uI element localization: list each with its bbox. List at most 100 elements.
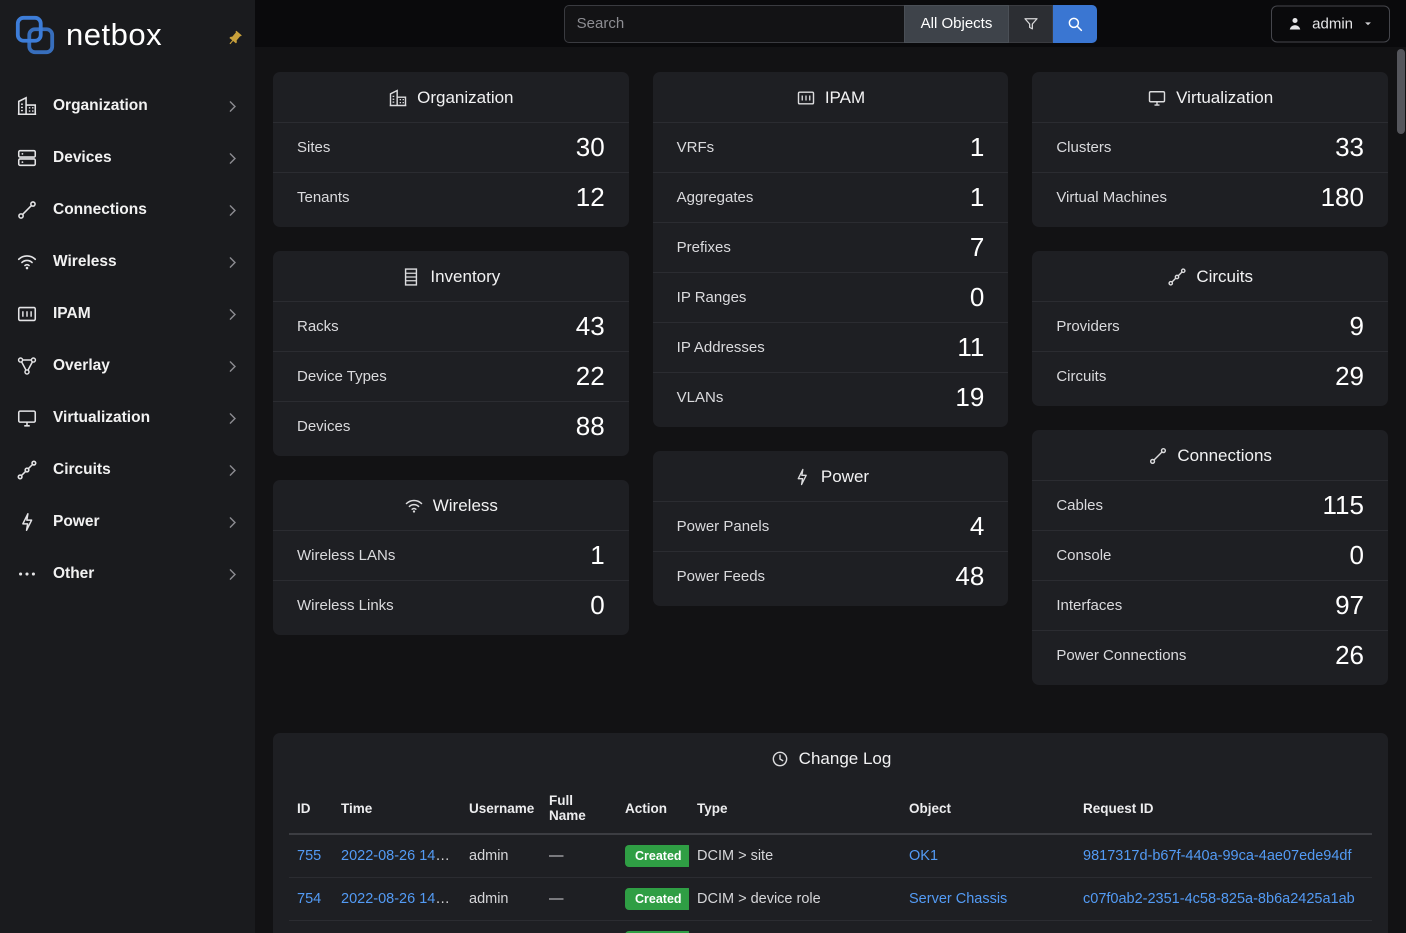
card-title-text: Inventory <box>430 267 500 287</box>
sidebar-item-label: IPAM <box>53 305 91 323</box>
stat-value-console[interactable]: 0 <box>1350 540 1364 571</box>
stat-label-ip-addresses[interactable]: IP Addresses <box>677 339 765 356</box>
sidebar-item-organization[interactable]: Organization <box>0 80 255 132</box>
cable-icon <box>16 199 38 221</box>
stat-label-vlans[interactable]: VLANs <box>677 389 724 406</box>
stat-label-ip-ranges[interactable]: IP Ranges <box>677 289 747 306</box>
stat-value-devices[interactable]: 88 <box>576 411 605 442</box>
stat-label-aggregates[interactable]: Aggregates <box>677 189 754 206</box>
scrollbar-thumb[interactable] <box>1397 49 1405 134</box>
col-header-request-id: Request ID <box>1075 783 1372 834</box>
stat-value-ip-ranges[interactable]: 0 <box>970 282 984 313</box>
building-icon <box>388 88 408 108</box>
stat-label-vrfs[interactable]: VRFs <box>677 139 715 156</box>
search-button[interactable] <box>1053 5 1097 43</box>
sidebar-item-connections[interactable]: Connections <box>0 184 255 236</box>
wireless-card: Wireless Wireless LANs 1 Wireless Links … <box>273 480 629 635</box>
stat-label-wireless-links[interactable]: Wireless Links <box>297 597 394 614</box>
stat-label-devices[interactable]: Devices <box>297 418 350 435</box>
stat-row: Devices 88 <box>273 401 629 451</box>
col-header-full-name: Full Name <box>541 783 617 834</box>
stat-row: VRFs 1 <box>653 122 1009 172</box>
connections-card-title: Connections <box>1032 430 1388 480</box>
stat-label-racks[interactable]: Racks <box>297 318 339 335</box>
stat-value-sites[interactable]: 30 <box>576 132 605 163</box>
filter-button[interactable] <box>1009 5 1053 43</box>
action-badge: Created <box>625 845 689 867</box>
changelog-id-link[interactable]: 754 <box>297 891 321 907</box>
stat-value-providers[interactable]: 9 <box>1350 311 1364 342</box>
sidebar-item-label: Overlay <box>53 357 110 375</box>
scrollbar[interactable] <box>1397 0 1405 933</box>
stat-value-power-panels[interactable]: 4 <box>970 511 984 542</box>
network-graph-icon <box>16 355 38 377</box>
user-menu-button[interactable]: admin <box>1271 5 1390 42</box>
lightning-bolt-icon <box>792 467 812 487</box>
stat-label-interfaces[interactable]: Interfaces <box>1056 597 1122 614</box>
sidebar-item-power[interactable]: Power <box>0 496 255 548</box>
stat-value-power-feeds[interactable]: 48 <box>955 561 984 592</box>
stat-row: Circuits 29 <box>1032 351 1388 401</box>
stat-value-tenants[interactable]: 12 <box>576 182 605 213</box>
user-label: admin <box>1312 15 1353 32</box>
chevron-right-icon <box>224 98 241 115</box>
stat-label-power-connections[interactable]: Power Connections <box>1056 647 1186 664</box>
col-header-action: Action <box>617 783 689 834</box>
stat-label-prefixes[interactable]: Prefixes <box>677 239 731 256</box>
sidebar-item-circuits[interactable]: Circuits <box>0 444 255 496</box>
stat-value-circuits[interactable]: 29 <box>1335 361 1364 392</box>
stat-label-providers[interactable]: Providers <box>1056 318 1119 335</box>
changelog-request-id-link[interactable]: c07f0ab2-2351-4c58-825a-8b6a2425a1ab <box>1083 891 1355 907</box>
sidebar-item-virtualization[interactable]: Virtualization <box>0 392 255 444</box>
sidebar-item-wireless[interactable]: Wireless <box>0 236 255 288</box>
stat-value-clusters[interactable]: 33 <box>1335 132 1364 163</box>
stat-label-power-feeds[interactable]: Power Feeds <box>677 568 765 585</box>
connections-card: Connections Cables 115 Console 0 Interfa… <box>1032 430 1388 685</box>
stat-value-wireless-lans[interactable]: 1 <box>590 540 604 571</box>
stat-value-cables[interactable]: 115 <box>1323 490 1364 521</box>
search-input[interactable] <box>564 5 904 43</box>
stat-value-power-connections[interactable]: 26 <box>1335 640 1364 671</box>
changelog-time-link[interactable]: 2022-08-26 14:17 <box>341 891 456 907</box>
wireless-card-title: Wireless <box>273 480 629 530</box>
stat-value-ip-addresses[interactable]: 11 <box>957 332 984 363</box>
stat-label-sites[interactable]: Sites <box>297 139 330 156</box>
chevron-right-icon <box>224 566 241 583</box>
stat-label-wireless-lans[interactable]: Wireless LANs <box>297 547 395 564</box>
stat-label-virtual-machines[interactable]: Virtual Machines <box>1056 189 1167 206</box>
changelog-object-link[interactable]: Server Chassis <box>909 891 1007 907</box>
object-type-button[interactable]: All Objects <box>904 5 1010 43</box>
stat-value-device-types[interactable]: 22 <box>576 361 605 392</box>
stat-value-vrfs[interactable]: 1 <box>970 132 984 163</box>
brand-name: netbox <box>66 17 162 53</box>
stat-value-virtual-machines[interactable]: 180 <box>1321 182 1364 213</box>
stat-label-console[interactable]: Console <box>1056 547 1111 564</box>
sidebar-item-other[interactable]: Other <box>0 548 255 600</box>
stat-value-interfaces[interactable]: 97 <box>1335 590 1364 621</box>
stat-label-device-types[interactable]: Device Types <box>297 368 387 385</box>
wifi-icon <box>404 496 424 516</box>
stat-value-wireless-links[interactable]: 0 <box>590 590 604 621</box>
stat-value-vlans[interactable]: 19 <box>955 382 984 413</box>
chevron-right-icon <box>224 254 241 271</box>
stat-label-tenants[interactable]: Tenants <box>297 189 350 206</box>
brand[interactable]: netbox <box>0 0 255 64</box>
card-title-text: Wireless <box>433 496 498 516</box>
stat-label-circuits[interactable]: Circuits <box>1056 368 1106 385</box>
sidebar-item-label: Wireless <box>53 253 117 271</box>
stat-value-prefixes[interactable]: 7 <box>970 232 984 263</box>
changelog-time-link[interactable]: 2022-08-26 14:22 <box>341 848 456 864</box>
sidebar-item-ipam[interactable]: IPAM <box>0 288 255 340</box>
stat-value-aggregates[interactable]: 1 <box>970 182 984 213</box>
stat-label-cables[interactable]: Cables <box>1056 497 1103 514</box>
sidebar-item-devices[interactable]: Devices <box>0 132 255 184</box>
stat-label-clusters[interactable]: Clusters <box>1056 139 1111 156</box>
changelog-object-link[interactable]: OK1 <box>909 848 938 864</box>
changelog-request-id-link[interactable]: 9817317d-b67f-440a-99ca-4ae07ede94df <box>1083 848 1351 864</box>
sidebar-item-overlay[interactable]: Overlay <box>0 340 255 392</box>
inventory-card-title: Inventory <box>273 251 629 301</box>
stat-label-power-panels[interactable]: Power Panels <box>677 518 770 535</box>
stat-value-racks[interactable]: 43 <box>576 311 605 342</box>
changelog-id-link[interactable]: 755 <box>297 848 321 864</box>
sidebar-nav: Organization Devices Connections Wireles… <box>0 80 255 600</box>
